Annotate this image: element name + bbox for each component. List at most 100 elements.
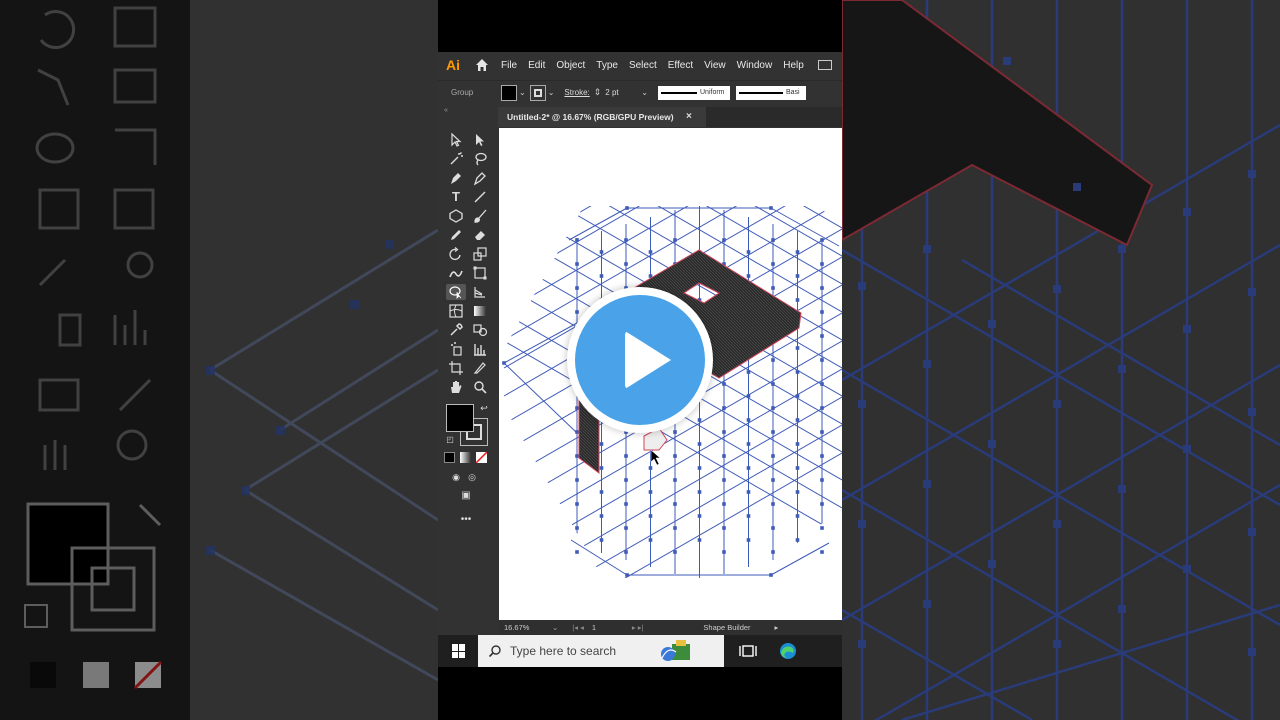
gradient-mode-icon[interactable] xyxy=(460,452,471,463)
pen-tool-icon[interactable] xyxy=(448,170,464,186)
artboard-nav-next-icon[interactable]: ▸ ▸| xyxy=(632,623,644,632)
grid-anchor-point xyxy=(624,454,628,458)
menu-effect[interactable]: Effect xyxy=(668,60,693,71)
brush-definition-dropdown[interactable]: Basi xyxy=(736,85,806,100)
grid-anchor-point xyxy=(599,466,604,470)
magic-wand-tool-icon[interactable] xyxy=(448,151,464,167)
slice-tool-icon[interactable] xyxy=(472,360,488,376)
menu-help[interactable]: Help xyxy=(783,60,804,71)
grid-anchor-point xyxy=(648,538,653,542)
grid-anchor-point xyxy=(746,490,751,494)
shape-builder-tool-icon[interactable] xyxy=(446,284,466,300)
lasso-tool-icon[interactable] xyxy=(472,151,488,167)
control-bar: Group ⌄ ⌄ Stroke: ⇕ 2 pt ⌄ Uniform Basi xyxy=(438,80,842,104)
artboard-nav-first-icon[interactable]: |◂ ◂ xyxy=(572,623,584,632)
chevron-down-icon[interactable]: ⌄ xyxy=(552,623,558,632)
task-view-icon[interactable] xyxy=(738,641,758,661)
chevron-down-icon[interactable]: ⌄ xyxy=(548,88,555,97)
grid-anchor-point xyxy=(795,490,800,494)
none-mode-icon[interactable] xyxy=(476,452,487,463)
warp-tool-icon[interactable] xyxy=(448,265,464,281)
home-icon[interactable] xyxy=(474,57,490,73)
workspace-switcher-icon[interactable] xyxy=(817,60,832,70)
taskbar-search-box[interactable]: Type here to search xyxy=(478,635,724,667)
selection-tool-icon[interactable] xyxy=(448,132,464,148)
stroke-label[interactable]: Stroke: xyxy=(564,88,589,97)
windows-start-icon[interactable] xyxy=(452,644,466,658)
fill-swatch[interactable] xyxy=(501,84,517,101)
close-icon[interactable]: × xyxy=(686,111,692,122)
pencil-tool-icon[interactable] xyxy=(448,227,464,243)
artboard-number-field[interactable]: 1 xyxy=(592,623,632,632)
stroke-weight-field[interactable]: 2 pt xyxy=(605,88,639,97)
screen-mode-icon[interactable]: ▣ xyxy=(458,488,474,504)
polygon-tool-icon[interactable] xyxy=(448,208,464,224)
search-highlight-illustration-icon xyxy=(661,640,691,661)
column-graph-tool-icon[interactable] xyxy=(472,341,488,357)
eyedropper-tool-icon[interactable] xyxy=(448,322,464,338)
grid-anchor-point xyxy=(624,502,628,506)
grid-anchor-point xyxy=(648,250,653,254)
status-menu-arrow-icon[interactable]: ▸ xyxy=(775,623,779,632)
type-tool-icon[interactable]: T xyxy=(448,189,464,205)
grid-anchor-point xyxy=(624,478,628,482)
swap-colors-icon[interactable]: ↩ xyxy=(476,400,492,416)
menu-edit[interactable]: Edit xyxy=(528,60,545,71)
rotate-tool-icon[interactable] xyxy=(448,246,464,262)
menu-view[interactable]: View xyxy=(704,60,726,71)
grid-anchor-point xyxy=(746,250,751,254)
eraser-tool-icon[interactable] xyxy=(472,227,488,243)
document-tab[interactable]: Untitled-2* @ 16.67% (RGB/GPU Preview) × xyxy=(498,107,706,127)
grid-anchor-point xyxy=(771,262,775,266)
symbol-sprayer-tool-icon[interactable] xyxy=(448,341,464,357)
paintbrush-tool-icon[interactable] xyxy=(472,208,488,224)
menu-type[interactable]: Type xyxy=(596,60,618,71)
panel-collapse-icon[interactable]: « xyxy=(444,107,448,114)
grid-anchor-point xyxy=(722,550,726,554)
gradient-tool-icon[interactable] xyxy=(472,303,488,319)
scale-tool-icon[interactable] xyxy=(472,246,488,262)
variable-width-profile-dropdown[interactable]: Uniform xyxy=(658,85,730,100)
grid-anchor-point xyxy=(575,238,579,242)
profile-label: Uniform xyxy=(700,89,725,96)
perspective-grid-tool-icon[interactable] xyxy=(472,284,488,300)
play-button-circle xyxy=(575,295,705,425)
direct-selection-tool-icon[interactable] xyxy=(472,132,488,148)
grid-anchor-point xyxy=(795,418,800,422)
default-colors-icon[interactable]: ◰ xyxy=(442,432,458,448)
draw-behind-icon[interactable]: ◎ xyxy=(464,469,480,485)
menu-object[interactable]: Object xyxy=(556,60,585,71)
grid-anchor-point xyxy=(697,466,702,470)
chevron-down-icon[interactable]: ⌄ xyxy=(641,88,648,97)
right-dim-overlay xyxy=(842,0,1280,720)
menu-bar: Ai File Edit Object Type Select Effect V… xyxy=(438,52,842,78)
free-transform-tool-icon[interactable] xyxy=(472,265,488,281)
hand-tool-icon[interactable] xyxy=(448,379,464,395)
grid-anchor-point xyxy=(746,394,751,398)
draw-normal-icon[interactable]: ◉ xyxy=(448,469,464,485)
grid-anchor-point xyxy=(625,206,629,210)
document-tab-title: Untitled-2* @ 16.67% (RGB/GPU Preview) xyxy=(507,112,674,122)
menu-window[interactable]: Window xyxy=(737,60,773,71)
line-segment-tool-icon[interactable] xyxy=(472,189,488,205)
stroke-swatch[interactable] xyxy=(529,84,546,101)
menu-select[interactable]: Select xyxy=(629,60,657,71)
curvature-tool-icon[interactable] xyxy=(472,170,488,186)
grid-anchor-point xyxy=(599,514,604,518)
menu-file[interactable]: File xyxy=(501,60,517,71)
stroke-stepper-icon[interactable]: ⇕ xyxy=(594,87,602,98)
mesh-tool-icon[interactable] xyxy=(448,303,464,319)
blend-tool-icon[interactable] xyxy=(472,322,488,338)
chevron-down-icon[interactable]: ⌄ xyxy=(519,88,526,97)
artboard-tool-icon[interactable] xyxy=(448,360,464,376)
edge-browser-icon[interactable] xyxy=(778,641,798,661)
grid-anchor-point xyxy=(575,454,579,458)
zoom-level-field[interactable]: 16.67% xyxy=(504,623,552,632)
play-button[interactable] xyxy=(567,287,713,433)
grid-anchor-point xyxy=(599,274,604,278)
grid-anchor-point xyxy=(599,442,604,446)
zoom-tool-icon[interactable] xyxy=(472,379,488,395)
color-mode-icon[interactable] xyxy=(444,452,455,463)
more-tools-icon[interactable]: ••• xyxy=(458,512,474,528)
fill-color-box[interactable] xyxy=(446,404,474,432)
